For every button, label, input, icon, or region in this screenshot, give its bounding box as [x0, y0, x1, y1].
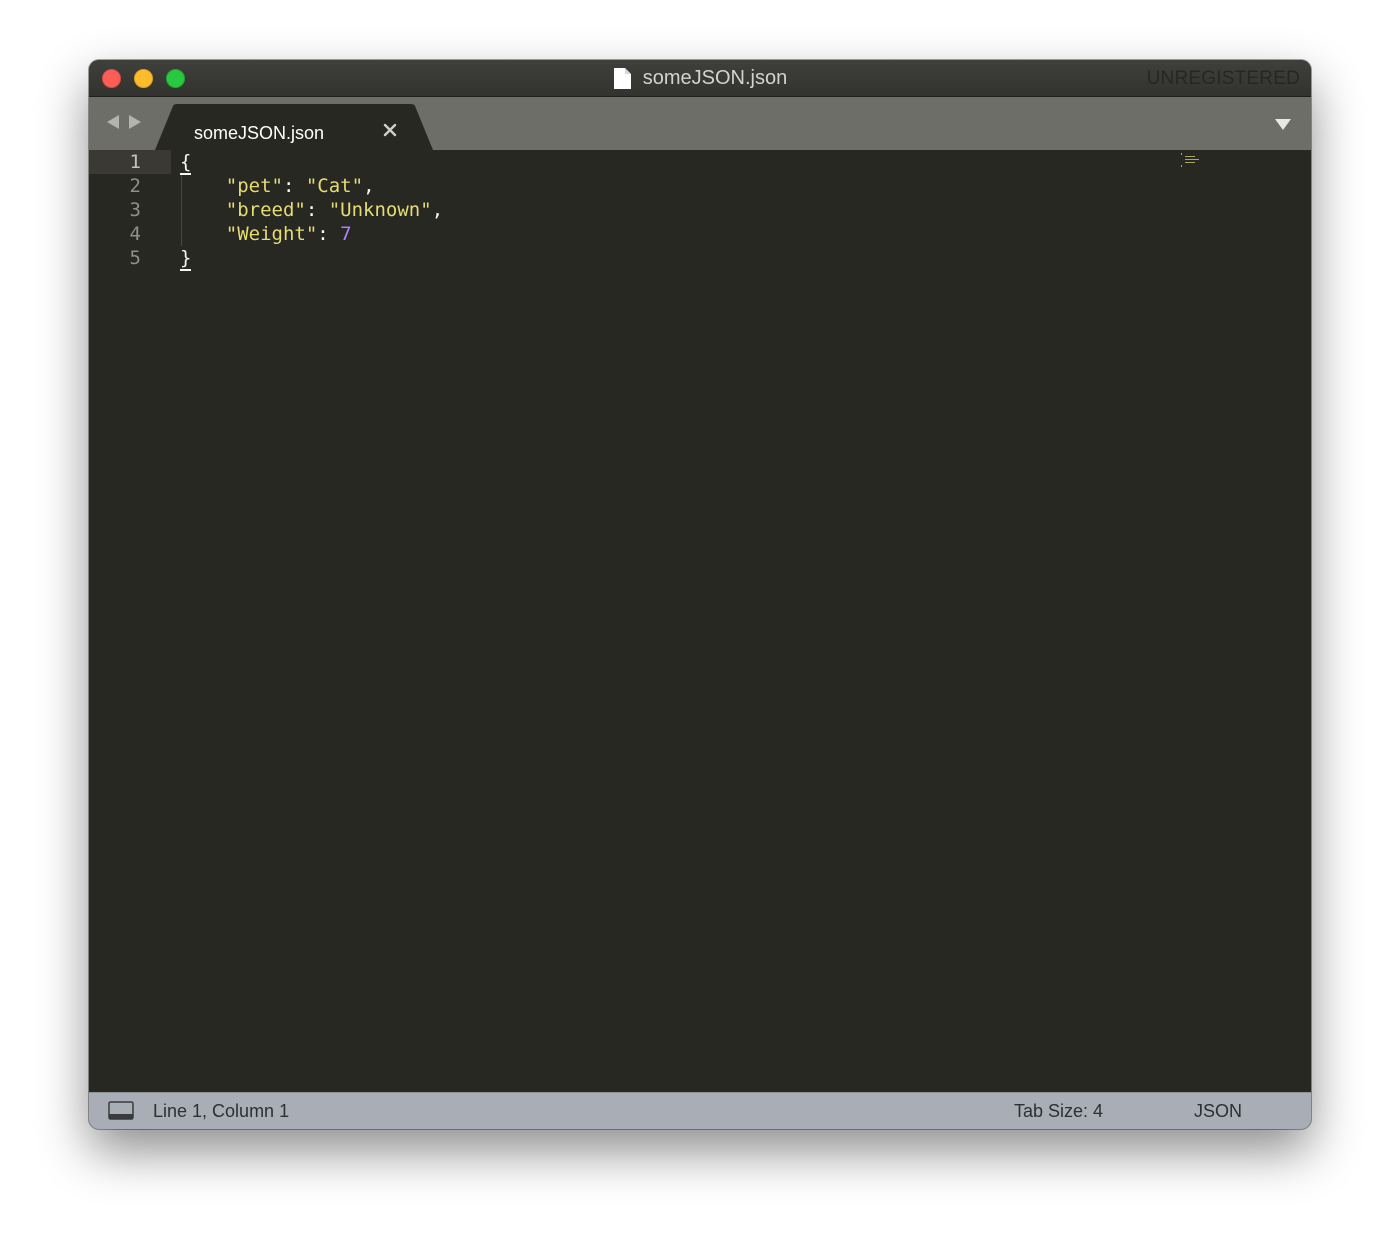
document-icon	[613, 67, 631, 89]
code-line[interactable]: }	[180, 246, 192, 271]
tab-bar: someJSON.json	[89, 97, 1311, 150]
panel-toggle-icon[interactable]	[108, 1101, 134, 1120]
code-token-punc: :	[305, 199, 329, 221]
code-line[interactable]: "breed": "Unknown",	[180, 198, 443, 222]
cursor-position[interactable]: Line 1, Column 1	[153, 1101, 289, 1122]
title-bar: someJSON.json UNREGISTERED	[89, 60, 1311, 97]
line-number: 4	[129, 223, 141, 245]
window-title: someJSON.json	[642, 66, 788, 89]
code-token-punc	[180, 175, 226, 197]
unregistered-label: UNREGISTERED	[1146, 68, 1300, 89]
line-number: 3	[129, 199, 141, 221]
tab-navigation	[106, 114, 142, 130]
minimap[interactable]	[1181, 153, 1215, 167]
tab-size-selector[interactable]: Tab Size: 4	[1014, 1101, 1103, 1122]
nav-back-icon[interactable]	[106, 114, 120, 130]
code-editor[interactable]: 12345 { "pet": "Cat", "breed": "Unknown"…	[89, 150, 1311, 1093]
code-token-punc: ,	[363, 175, 375, 197]
code-token-punc: :	[317, 223, 341, 245]
code-token-punc	[180, 199, 226, 221]
code-token-punc	[180, 223, 226, 245]
editor-window: someJSON.json UNREGISTERED someJSON.json	[89, 60, 1311, 1129]
code-line[interactable]: "Weight": 7	[180, 222, 352, 246]
code-token-str: "Weight"	[225, 223, 318, 245]
code-token-str: "Unknown"	[328, 199, 432, 221]
tab-list-dropdown-icon[interactable]	[1274, 118, 1292, 131]
code-token-punc: ,	[431, 199, 444, 221]
line-number: 1	[129, 151, 141, 173]
code-token-brace: {	[180, 151, 192, 175]
syntax-selector[interactable]: JSON	[1194, 1101, 1242, 1122]
code-token-punc: :	[282, 175, 306, 197]
tab-somejson[interactable]: someJSON.json	[155, 104, 437, 150]
status-bar: Line 1, Column 1 Tab Size: 4 JSON	[89, 1092, 1311, 1129]
code-token-str: "Cat"	[305, 175, 364, 197]
window-title-group: someJSON.json	[89, 60, 1311, 96]
code-token-num: 7	[340, 223, 352, 245]
code-line[interactable]: {	[180, 150, 192, 175]
code-token-brace: }	[180, 247, 192, 271]
line-number: 2	[129, 175, 141, 197]
nav-forward-icon[interactable]	[128, 114, 142, 130]
tab-label: someJSON.json	[194, 123, 325, 143]
code-line[interactable]: "pet": "Cat",	[180, 174, 375, 198]
code-token-str: "breed"	[225, 199, 306, 221]
tab-close-icon[interactable]	[383, 123, 397, 137]
code-token-str: "pet"	[225, 175, 283, 197]
line-number: 5	[129, 247, 141, 269]
